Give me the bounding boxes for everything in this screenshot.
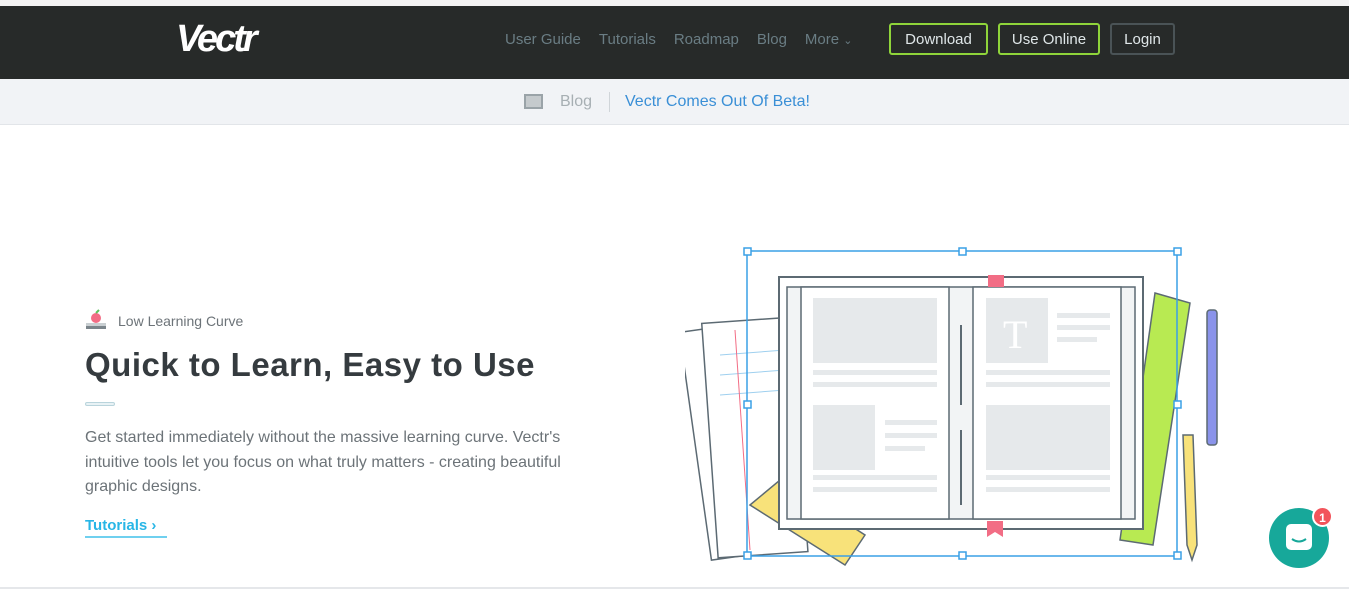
use-online-button[interactable]: Use Online — [998, 23, 1100, 55]
nav-tutorials[interactable]: Tutorials — [599, 31, 656, 48]
nav-more[interactable]: More ⌄ — [805, 31, 853, 48]
eyebrow-label: Low Learning Curve — [118, 313, 244, 329]
book-illustration: T — [685, 247, 1218, 567]
announcement-link[interactable]: Vectr Comes Out Of Beta! — [625, 93, 810, 111]
apple-books-icon — [86, 309, 106, 329]
login-button[interactable]: Login — [1110, 23, 1175, 55]
announcement-section[interactable]: Blog — [560, 93, 592, 111]
tutorials-label: Tutorials — [85, 517, 148, 534]
chevron-down-icon: ⌄ — [843, 35, 853, 47]
nav-more-label: More — [804, 31, 840, 48]
nav-blog[interactable]: Blog — [757, 31, 787, 48]
nav-links: User Guide Tutorials Roadmap Blog More ⌄ — [505, 31, 853, 48]
pencil — [1182, 434, 1198, 563]
divider — [609, 92, 610, 112]
svg-text:T: T — [1003, 312, 1027, 357]
nav-user-guide[interactable]: User Guide — [505, 31, 581, 48]
vectr-logo[interactable]: Vectr — [176, 18, 258, 61]
hero-description: Get started immediately without the mass… — [85, 429, 561, 495]
download-button[interactable]: Download — [889, 23, 988, 55]
title-underline — [85, 402, 115, 406]
tutorials-link[interactable]: Tutorials › — [85, 517, 167, 538]
navbar: Vectr User Guide Tutorials Roadmap Blog … — [0, 6, 1349, 79]
chevron-right-icon: › — [151, 517, 157, 534]
nav-roadmap[interactable]: Roadmap — [674, 31, 739, 48]
pen — [1206, 309, 1218, 446]
newspaper-icon — [524, 94, 543, 109]
page-title: Quick to Learn, Easy to Use — [85, 346, 535, 383]
announcement-bar: Blog Vectr Comes Out Of Beta! — [0, 79, 1349, 125]
chat-notification-badge: 1 — [1312, 506, 1333, 527]
